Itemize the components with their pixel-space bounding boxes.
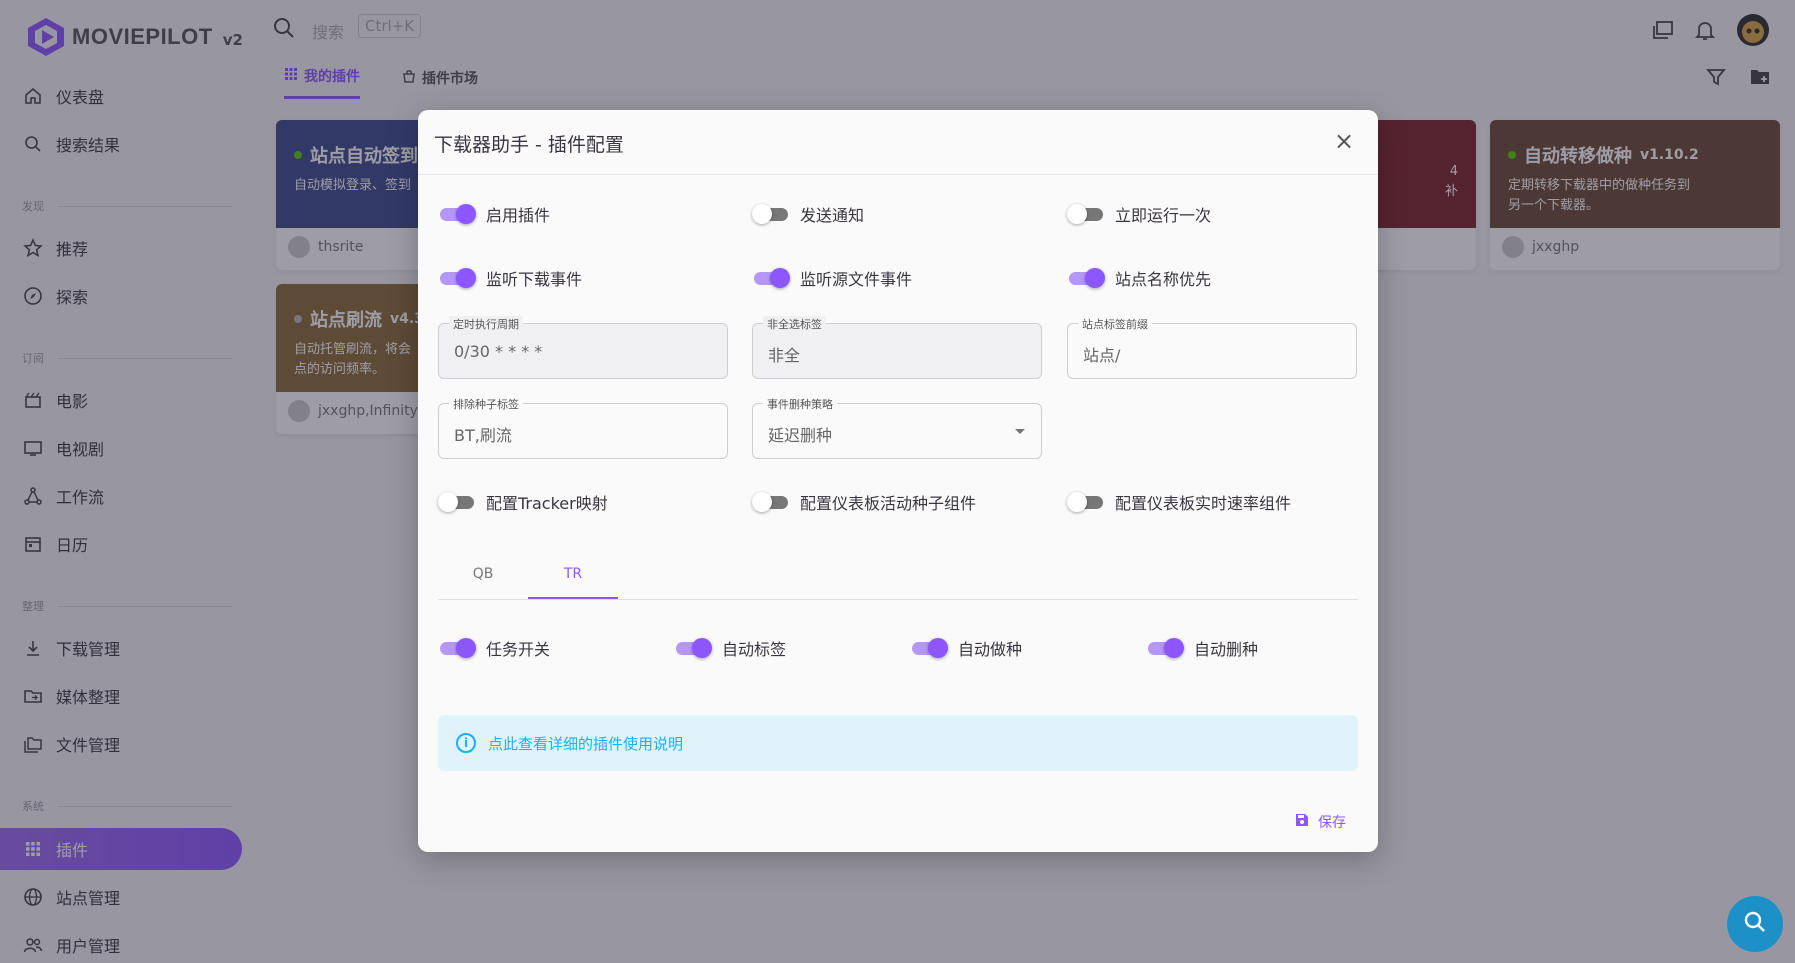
switch-dashboard-speed[interactable]: 配置仪表板实时速率组件 [1067,490,1291,514]
switch-listen-download[interactable]: 监听下载事件 [438,266,582,290]
switch-dashboard-active[interactable]: 配置仪表板活动种子组件 [752,490,976,514]
exclude-tags-field[interactable]: 排除种子标签 BT,刷流 [438,396,728,459]
toggle-switch[interactable] [438,203,476,225]
divider [418,174,1378,175]
toggle-switch[interactable] [1067,267,1105,289]
delete-strategy-select[interactable]: 事件删种策略 延迟删种 [752,396,1042,459]
toggle-switch[interactable] [752,267,790,289]
close-icon[interactable]: × [1332,129,1356,154]
plugin-config-dialog: 下载器助手 - 插件配置 × 启用插件 发送通知 立即运行一次 监听下载事件 监… [418,110,1378,852]
toggle-switch[interactable] [1146,637,1184,659]
save-icon [1294,812,1310,832]
info-icon: i [456,733,476,753]
toggle-switch[interactable] [752,491,790,513]
toggle-switch[interactable] [438,637,476,659]
toggle-switch[interactable] [752,203,790,225]
toggle-switch[interactable] [1067,203,1105,225]
save-button[interactable]: 保存 [1294,812,1346,832]
info-alert[interactable]: i 点此查看详细的插件使用说明 [438,715,1358,771]
toggle-switch[interactable] [438,491,476,513]
cron-field[interactable]: 定时执行周期 0/30 * * * * [438,316,728,379]
switch-auto-tag[interactable]: 自动标签 [674,636,786,660]
info-link[interactable]: 点此查看详细的插件使用说明 [488,733,683,754]
switch-auto-delete[interactable]: 自动删种 [1146,636,1258,660]
toggle-switch[interactable] [674,637,712,659]
tab-tr[interactable]: TR [528,546,618,599]
switch-listen-source[interactable]: 监听源文件事件 [752,266,912,290]
switch-task[interactable]: 任务开关 [438,636,550,660]
switch-tracker-mapping[interactable]: 配置Tracker映射 [438,490,608,514]
switch-site-name-priority[interactable]: 站点名称优先 [1067,266,1211,290]
dialog-title: 下载器助手 - 插件配置 [434,134,624,156]
partial-tag-field[interactable]: 非全选标签 非全 [752,316,1042,379]
toggle-switch[interactable] [1067,491,1105,513]
switch-auto-seed[interactable]: 自动做种 [910,636,1022,660]
chevron-down-icon [1015,429,1025,434]
switch-run-once[interactable]: 立即运行一次 [1067,202,1211,226]
toggle-switch[interactable] [910,637,948,659]
site-tag-prefix-field[interactable]: 站点标签前缀 站点/ [1067,316,1357,379]
switch-enable-plugin[interactable]: 启用插件 [438,202,550,226]
search-icon [1742,909,1768,939]
switch-send-notification[interactable]: 发送通知 [752,202,864,226]
toggle-switch[interactable] [438,267,476,289]
downloader-tabs: QB TR [438,546,1358,600]
tab-qb[interactable]: QB [438,546,528,599]
floating-search-button[interactable] [1727,896,1783,952]
